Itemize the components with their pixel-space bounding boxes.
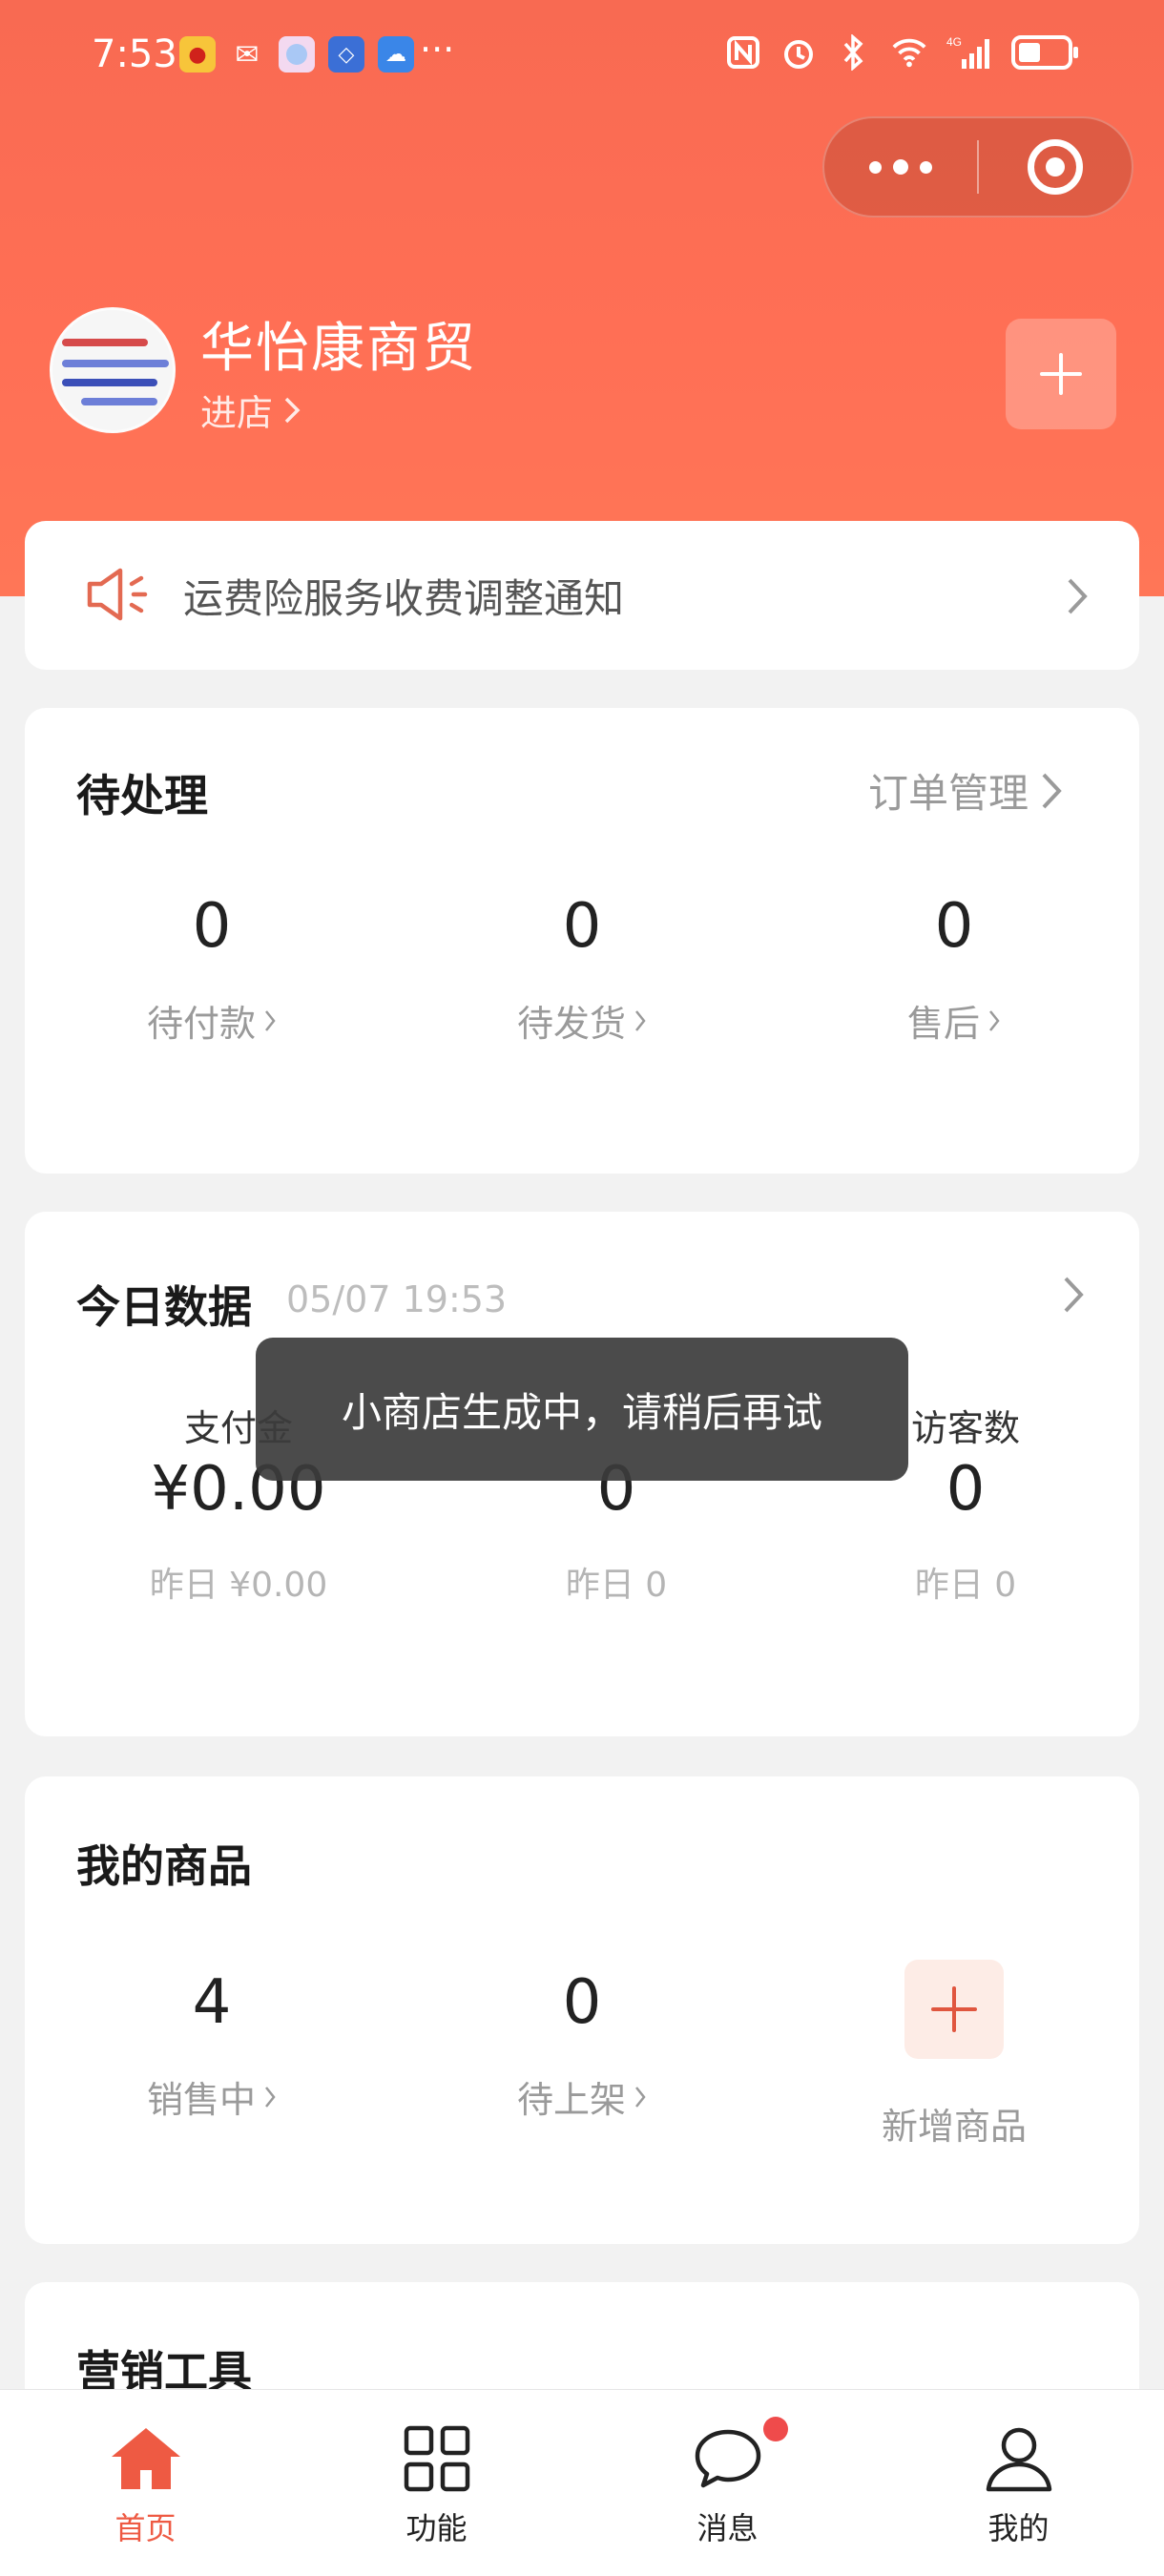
enter-shop-link[interactable]: 进店: [200, 384, 301, 436]
status-bar: 7:53 ● ✉ ◇ ☁ ··· 4G: [0, 0, 1164, 114]
unread-badge: [763, 2417, 788, 2441]
more-options-button[interactable]: [824, 118, 977, 216]
today-data-timestamp: 05/07 19:53: [286, 1278, 508, 1320]
chevron-right-icon: [635, 2086, 646, 2108]
battery-icon: [1011, 35, 1078, 70]
pending-listing-label: 待上架: [517, 2070, 647, 2123]
home-icon: [111, 2428, 180, 2489]
chevron-right-icon: [265, 1009, 276, 1031]
nfc-icon: [725, 34, 761, 71]
after-sales-count: 0: [934, 891, 974, 962]
signal-icon: 4G: [946, 34, 992, 71]
cloud-icon: ☁: [378, 36, 414, 73]
message-icon: [695, 2429, 760, 2488]
tab-messages-label: 消息: [696, 2510, 759, 2546]
stat-label-text: 售后: [906, 1003, 980, 1045]
chevron-right-icon: [284, 397, 301, 423]
files-icon: ◇: [328, 36, 364, 73]
pending-shipment-label: 待发货: [517, 994, 647, 1047]
wechat-icon: ✉: [235, 37, 260, 72]
order-management-label: 订单管理: [868, 770, 1029, 817]
tab-home-label: 首页: [114, 2510, 177, 2546]
after-sales-label: 售后: [907, 994, 1001, 1047]
pending-card: 待处理 订单管理 0 待付款 0 待发货 0 售后: [25, 708, 1139, 1174]
avatar-decoration: [81, 398, 157, 405]
alarm-icon: [780, 34, 817, 71]
pending-shipment-stat[interactable]: 0 待发货: [439, 891, 725, 1047]
notice-banner[interactable]: 运费险服务收费调整通知: [25, 521, 1139, 670]
notice-text: 运费险服务收费调整通知: [183, 575, 625, 622]
add-product-icon-box: [904, 1960, 1004, 2059]
profile-icon: [986, 2427, 1051, 2492]
stat-label-text: 销售中: [146, 2079, 256, 2121]
pending-title: 待处理: [76, 770, 208, 821]
more-dots-icon: [893, 159, 908, 175]
status-time: 7:53: [92, 32, 177, 76]
after-sales-stat[interactable]: 0 售后: [811, 891, 1097, 1047]
shop-name: 华怡康商贸: [200, 318, 477, 380]
on-sale-label: 销售中: [147, 2070, 277, 2123]
pending-payment-stat[interactable]: 0 待付款: [69, 891, 355, 1047]
chevron-right-icon: [265, 2086, 276, 2108]
on-sale-count: 4: [192, 1967, 232, 2038]
plus-icon: [931, 1986, 977, 2032]
my-goods-title: 我的商品: [76, 1840, 252, 1892]
chevron-right-icon: [635, 1009, 646, 1031]
status-system-icons: 4G: [725, 34, 1078, 71]
visitors-yesterday: 昨日 0: [914, 1566, 1017, 1605]
network-type-label: 4G: [946, 35, 962, 49]
payment-amount-yesterday: 昨日 ¥0.00: [149, 1566, 328, 1605]
stat-label-text: 待上架: [516, 2079, 626, 2121]
bottom-tab-bar: 首页 功能 消息 我的: [0, 2389, 1164, 2576]
chevron-right-icon: [1042, 773, 1062, 808]
tab-home[interactable]: 首页: [0, 2390, 291, 2576]
add-product-label: 新增商品: [881, 2106, 1027, 2148]
status-app-icons: ● ✉ ◇ ☁: [179, 36, 414, 73]
photos-icon: [279, 36, 315, 73]
pending-listing-count: 0: [562, 1967, 602, 2038]
chevron-right-icon: [989, 1009, 1000, 1031]
stat-label-text: 待付款: [146, 1003, 256, 1045]
plus-icon: [1040, 353, 1082, 395]
add-product-button[interactable]: 新增商品: [811, 1960, 1097, 2150]
avatar-decoration: [62, 379, 157, 386]
on-sale-stat[interactable]: 4 销售中: [69, 1967, 355, 2123]
enter-shop-label: 进店: [200, 392, 274, 434]
status-more-indicator: ···: [420, 29, 455, 71]
pending-listing-stat[interactable]: 0 待上架: [439, 1967, 725, 2123]
shop-avatar[interactable]: [50, 307, 176, 433]
weibo-icon: ●: [179, 36, 216, 73]
chevron-right-icon: [1064, 1277, 1084, 1313]
more-dots-icon: [920, 160, 932, 174]
my-goods-card: 我的商品 4 销售中 0 待上架 新增商品: [25, 1776, 1139, 2244]
chevron-right-icon: [1068, 578, 1088, 614]
pending-payment-label: 待付款: [147, 994, 277, 1047]
miniprogram-capsule: [822, 116, 1133, 218]
tab-functions[interactable]: 功能: [291, 2390, 582, 2576]
tab-functions-label: 功能: [405, 2510, 468, 2546]
target-icon: [1028, 139, 1083, 195]
grid-icon: [404, 2425, 469, 2492]
toast-message: 小商店生成中，请稍后再试: [256, 1338, 908, 1481]
avatar-decoration: [62, 360, 169, 367]
tab-messages[interactable]: 消息: [582, 2390, 873, 2576]
today-data-title: 今日数据: [76, 1281, 252, 1333]
tab-profile[interactable]: 我的: [873, 2390, 1164, 2576]
order-management-link[interactable]: 订单管理: [868, 761, 1063, 820]
more-dots-icon: [869, 160, 882, 174]
stat-label-text: 待发货: [516, 1003, 626, 1045]
pending-shipment-count: 0: [562, 891, 602, 962]
pending-payment-count: 0: [192, 891, 232, 962]
avatar-decoration: [62, 339, 148, 346]
add-button[interactable]: [1006, 319, 1116, 429]
speaker-icon: [84, 565, 151, 628]
orders-yesterday: 昨日 0: [565, 1566, 668, 1605]
close-miniprogram-button[interactable]: [979, 139, 1132, 195]
bluetooth-icon: [836, 34, 872, 71]
wifi-icon: [891, 34, 927, 71]
tab-profile-label: 我的: [987, 2510, 1050, 2546]
